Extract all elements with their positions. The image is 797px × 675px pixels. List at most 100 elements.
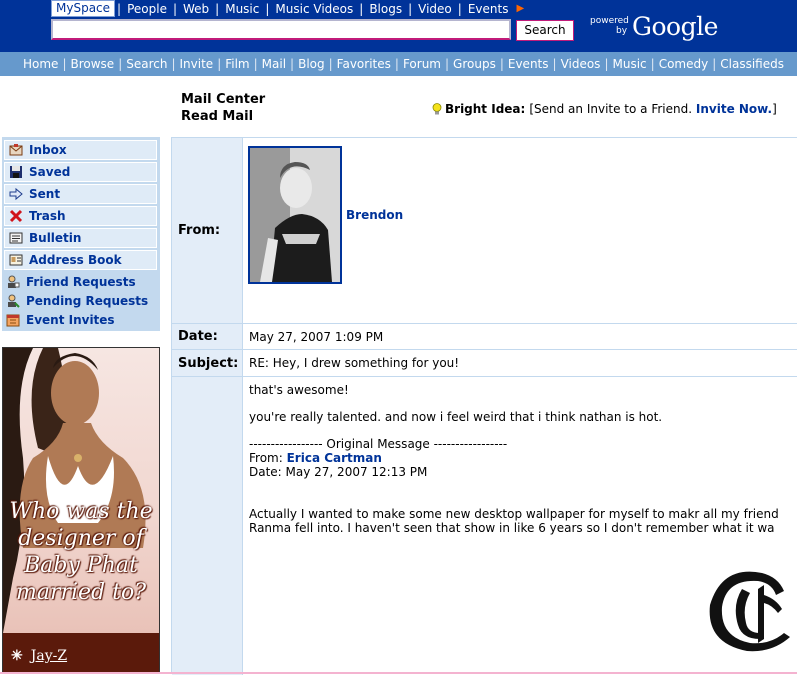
subject-value: RE: Hey, I drew something for you! <box>249 356 460 370</box>
search-tabs: MySpace | People | Web | Music | Music V… <box>51 0 524 17</box>
original-from: From: Erica Cartman <box>249 451 797 465</box>
by-text: by <box>616 26 628 36</box>
bulletin-icon <box>9 232 23 244</box>
ad-question-line: designer of <box>18 526 144 551</box>
powered-text: powered <box>590 16 629 26</box>
tab-people[interactable]: People <box>123 2 171 16</box>
ad-question: Who was the designer of Baby Phat marrie… <box>3 498 159 606</box>
bright-idea-banner: Bright Idea: [Send an Invite to a Friend… <box>432 102 777 116</box>
ad-question-line: married to? <box>15 580 147 605</box>
mail-center-title: Mail Center <box>181 92 266 107</box>
subject-label: Subject: <box>172 350 243 376</box>
lightbulb-icon <box>432 103 442 115</box>
sender-name-link[interactable]: Brendon <box>346 208 403 222</box>
read-mail-title: Read Mail <box>181 109 254 124</box>
sidebar-item-event-invites[interactable]: Event Invites <box>6 311 115 329</box>
bright-idea-label: Bright Idea: <box>445 102 526 116</box>
ad-answer-text[interactable]: Jay-Z <box>31 648 67 664</box>
nav-forum[interactable]: Forum <box>399 57 445 71</box>
bright-idea-close: ] <box>772 102 777 116</box>
calendar-icon <box>6 314 20 327</box>
tab-separator: | <box>457 1 462 16</box>
ad-bullet-icon: ✳ <box>11 648 23 664</box>
body-paragraph: Ranma fell into. I haven't seen that sho… <box>249 521 775 535</box>
nav-music[interactable]: Music <box>608 57 650 71</box>
nav-search[interactable]: Search <box>122 57 171 71</box>
inbox-icon <box>9 144 23 156</box>
sidebar-item-saved[interactable]: Saved <box>4 162 157 182</box>
tab-events[interactable]: Events <box>464 2 513 16</box>
gothic-c-logo <box>709 571 790 652</box>
tab-video[interactable]: Video <box>414 2 456 16</box>
nav-comedy[interactable]: Comedy <box>655 57 713 71</box>
body-label-cell <box>172 377 243 675</box>
date-value: May 27, 2007 1:09 PM <box>249 329 384 344</box>
original-date: Date: May 27, 2007 12:13 PM <box>249 465 428 479</box>
trash-x-icon <box>9 209 23 223</box>
main-nav: Home | Browse | Search | Invite | Film | Mail… <box>0 52 797 76</box>
nav-mail[interactable]: Mail <box>258 57 290 71</box>
sidebar-item-label: Bulletin <box>29 231 82 245</box>
mail-sidebar: Inbox Saved Sent Trash Bulletin Address … <box>2 137 160 331</box>
page-title: Mail Center Read Mail <box>181 91 265 125</box>
ad-question-line: Who was the <box>9 499 153 524</box>
address-book-icon <box>9 254 23 266</box>
google-logo: Google <box>632 12 718 41</box>
original-from-label: From: <box>249 451 283 465</box>
message-body: that's awesome! you're really talented. … <box>249 383 797 535</box>
tab-music[interactable]: Music <box>221 2 263 16</box>
sidebar-item-inbox[interactable]: Inbox <box>4 140 157 160</box>
powered-by-label: powered by <box>590 16 629 36</box>
tab-web[interactable]: Web <box>179 2 213 16</box>
more-arrow-icon[interactable]: ▶ <box>516 3 524 14</box>
banner-ad[interactable]: Who was the designer of Baby Phat marrie… <box>2 347 160 674</box>
friend-request-icon <box>8 275 20 288</box>
body-line: you're really talented. and now i feel w… <box>249 410 663 424</box>
nav-blog[interactable]: Blog <box>294 57 329 71</box>
tab-separator: | <box>117 1 122 16</box>
ad-question-line: Baby Phat <box>24 553 138 578</box>
floppy-icon <box>10 166 22 178</box>
tab-separator: | <box>215 1 220 16</box>
sidebar-item-pending-requests[interactable]: Pending Requests <box>6 292 148 310</box>
sidebar-item-friend-requests[interactable]: Friend Requests <box>6 273 136 291</box>
nav-classifieds[interactable]: Classifieds <box>716 57 788 71</box>
original-sender-link[interactable]: Erica Cartman <box>287 451 382 465</box>
sidebar-item-sent[interactable]: Sent <box>4 184 157 204</box>
nav-events[interactable]: Events <box>504 57 553 71</box>
nav-browse[interactable]: Browse <box>66 57 118 71</box>
sidebar-item-label: Address Book <box>29 253 122 267</box>
sidebar-item-address-book[interactable]: Address Book <box>4 250 157 270</box>
nav-invite[interactable]: Invite <box>176 57 218 71</box>
tab-separator: | <box>359 1 364 16</box>
tab-myspace[interactable]: MySpace <box>51 0 116 17</box>
sidebar-item-label: Trash <box>29 209 66 223</box>
sidebar-item-bulletin[interactable]: Bulletin <box>4 228 157 248</box>
sender-avatar[interactable] <box>248 146 342 284</box>
nav-home[interactable]: Home <box>19 57 62 71</box>
invite-now-link[interactable]: Invite Now. <box>696 102 772 116</box>
sent-arrow-icon <box>9 187 23 201</box>
sidebar-item-trash[interactable]: Trash <box>4 206 157 226</box>
body-line: that's awesome! <box>249 383 349 397</box>
sidebar-item-label: Pending Requests <box>26 294 149 308</box>
tab-blogs[interactable]: Blogs <box>365 2 406 16</box>
tab-separator: | <box>265 1 270 16</box>
nav-film[interactable]: Film <box>221 57 253 71</box>
ad-answer-option[interactable]: ✳ Jay-Z <box>11 648 67 664</box>
original-message-header: ----------------- Original Message -----… <box>249 437 508 451</box>
date-row: Date: May 27, 2007 1:09 PM <box>172 324 797 350</box>
sidebar-item-label: Friend Requests <box>26 275 136 289</box>
nav-favorites[interactable]: Favorites <box>333 57 395 71</box>
nav-videos[interactable]: Videos <box>557 57 605 71</box>
top-bar: MySpace | People | Web | Music | Music V… <box>0 0 797 52</box>
tab-separator: | <box>172 1 177 16</box>
sidebar-item-label: Sent <box>29 187 61 201</box>
body-paragraph: Actually I wanted to make some new deskt… <box>249 507 779 521</box>
tab-music-videos[interactable]: Music Videos <box>271 2 357 16</box>
nav-groups[interactable]: Groups <box>449 57 500 71</box>
from-label: From: <box>172 138 243 323</box>
search-input[interactable] <box>51 19 511 40</box>
search-button[interactable]: Search <box>516 20 574 41</box>
